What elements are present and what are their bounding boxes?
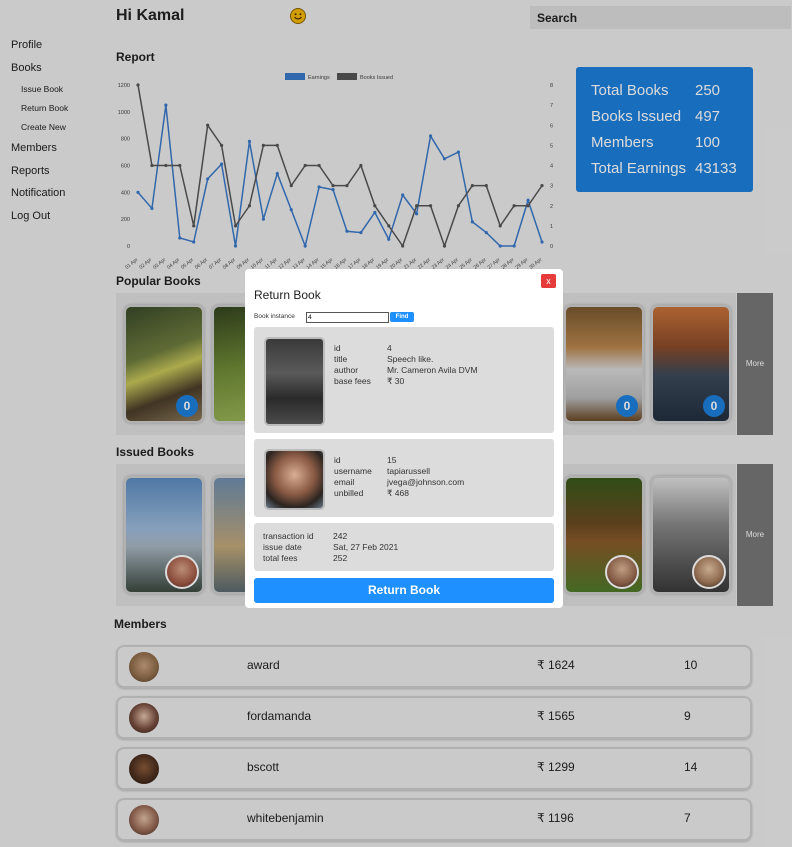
transaction-id-value: 242 bbox=[333, 531, 348, 541]
member-id-value: 15 bbox=[387, 455, 397, 465]
return-book-button[interactable]: Return Book bbox=[254, 578, 554, 603]
member-email-label: email bbox=[334, 477, 355, 487]
book-author-label: author bbox=[334, 365, 359, 375]
book-details-panel: id 4 title Speech like. author Mr. Camer… bbox=[254, 327, 554, 433]
member-unbilled-label: unbilled bbox=[334, 488, 364, 498]
issue-date-value: Sat, 27 Feb 2021 bbox=[333, 542, 399, 552]
find-button[interactable]: Find bbox=[390, 312, 414, 322]
close-button[interactable]: x bbox=[541, 274, 556, 288]
member-email-value: jvega@johnson.com bbox=[387, 477, 465, 487]
book-author-value: Mr. Cameron Avila DVM bbox=[387, 365, 478, 375]
transaction-panel: transaction id 242 issue date Sat, 27 Fe… bbox=[254, 523, 554, 571]
book-title-value: Speech like. bbox=[387, 354, 434, 364]
book-id-value: 4 bbox=[387, 343, 392, 353]
return-book-modal: x Return Book Book instance Find id 4 ti… bbox=[245, 269, 563, 608]
member-username-value: tapiarussell bbox=[387, 466, 430, 476]
total-fees-label: total fees bbox=[263, 553, 298, 563]
book-cover-image bbox=[264, 337, 325, 426]
member-photo bbox=[264, 449, 325, 510]
total-fees-value: 252 bbox=[333, 553, 348, 563]
book-instance-label: Book instance bbox=[254, 313, 295, 320]
book-base-fees-label: base fees bbox=[334, 376, 371, 386]
book-instance-input[interactable] bbox=[306, 312, 389, 323]
transaction-id-label: transaction id bbox=[263, 531, 314, 541]
member-unbilled-value: ₹ 468 bbox=[387, 488, 409, 498]
book-title-label: title bbox=[334, 354, 348, 364]
member-details-panel: id 15 username tapiarussell email jvega@… bbox=[254, 439, 554, 517]
member-id-label: id bbox=[334, 455, 341, 465]
book-id-label: id bbox=[334, 343, 341, 353]
issue-date-label: issue date bbox=[263, 542, 302, 552]
book-base-fees-value: ₹ 30 bbox=[387, 376, 405, 386]
modal-title: Return Book bbox=[254, 288, 321, 302]
member-username-label: username bbox=[334, 466, 372, 476]
